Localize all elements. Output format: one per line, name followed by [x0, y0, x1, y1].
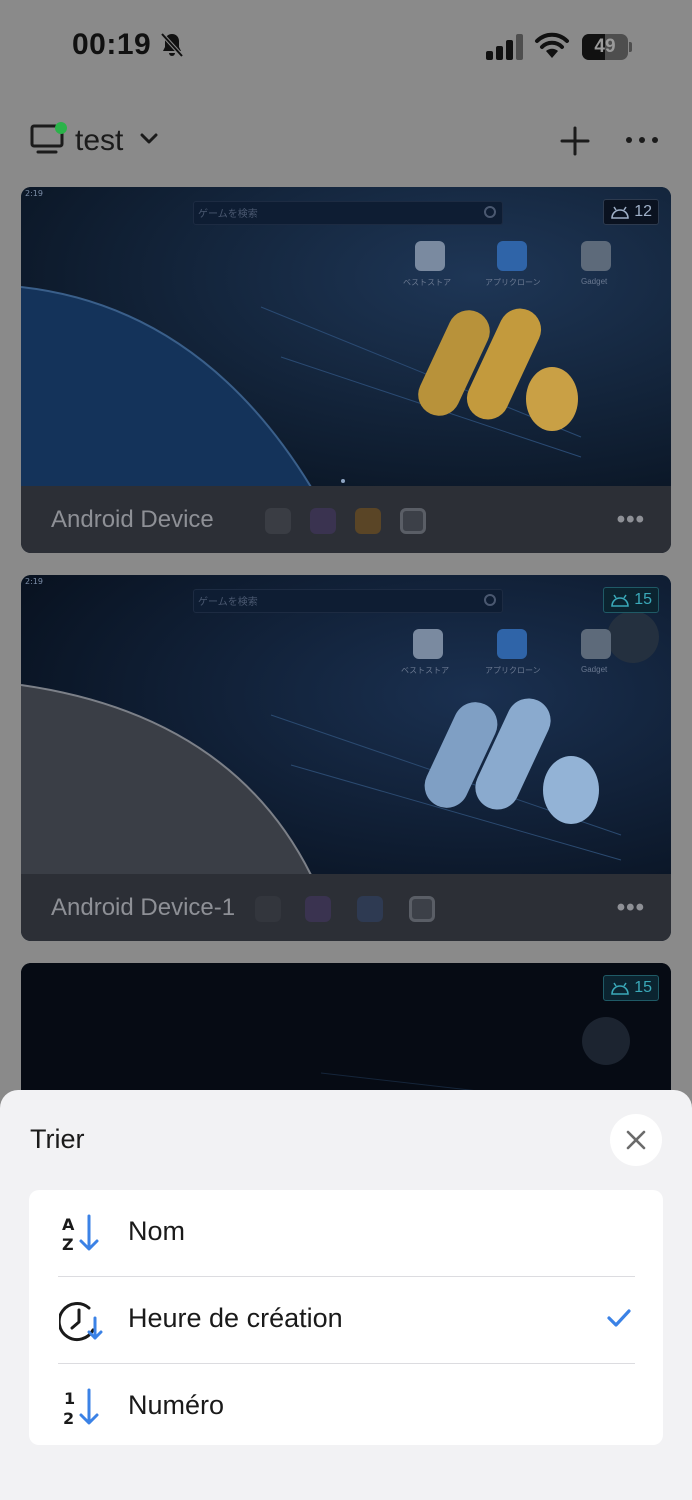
android-icon	[611, 982, 630, 995]
preview-search-bar: ゲームを検索	[193, 589, 503, 613]
device-screen-preview[interactable]: 2:19	[21, 575, 671, 875]
sort-bottom-sheet: Trier A Z Nom Heure de création 1 2 Numé…	[0, 1090, 692, 1500]
card-footer: Android Device •••	[21, 486, 671, 553]
checkmark-icon	[607, 1309, 631, 1327]
sort-option-label: Heure de création	[128, 1303, 343, 1333]
sort-alpha-icon: A Z	[62, 1214, 99, 1253]
wifi-icon	[535, 32, 569, 58]
sort-time-icon	[59, 1302, 103, 1341]
camera-app-icon[interactable]	[409, 896, 435, 922]
preview-app-label: Gadget	[581, 665, 608, 674]
settings-app-icon[interactable]	[265, 508, 291, 534]
sheet-title: Trier	[30, 1124, 85, 1154]
preview-search-bar: ゲームを検索	[193, 201, 503, 225]
search-icon	[484, 206, 496, 218]
app-icon[interactable]	[305, 896, 331, 922]
svg-text:2: 2	[63, 1409, 74, 1427]
svg-text:Z: Z	[62, 1235, 74, 1253]
svg-text:1: 1	[64, 1389, 75, 1408]
camera-app-icon[interactable]	[400, 508, 426, 534]
preview-app-label: アプリクローン	[485, 666, 541, 675]
app-icon[interactable]	[310, 508, 336, 534]
android-icon	[611, 206, 630, 219]
add-device-button[interactable]	[556, 122, 594, 160]
cellular-signal-icon	[486, 34, 523, 60]
card-footer: Android Device-1 •••	[21, 874, 671, 941]
group-title[interactable]: test	[75, 124, 123, 158]
app-store-icon	[415, 241, 445, 271]
device-name: Android Device-1	[51, 894, 236, 921]
android-version: 15	[634, 591, 652, 608]
device-more-button[interactable]: •••	[617, 506, 645, 534]
preview-app-label: Gadget	[581, 277, 608, 286]
android-version: 15	[634, 979, 652, 996]
preview-search-text: ゲームを検索	[198, 597, 258, 608]
android-icon	[611, 594, 630, 607]
device-more-button[interactable]: •••	[617, 894, 645, 922]
close-icon	[626, 1130, 646, 1150]
gadget-icon	[581, 629, 611, 659]
battery-icon: 49	[582, 34, 632, 60]
chevron-down-icon[interactable]	[140, 132, 158, 146]
status-time: 00:19	[72, 28, 152, 61]
svg-text:A: A	[62, 1215, 75, 1234]
preview-app-label: アプリクローン	[485, 278, 541, 287]
svg-text:2:19: 2:19	[25, 577, 43, 586]
sort-option-creation-time[interactable]: Heure de création	[29, 1277, 663, 1363]
status-bar: 00:19 49	[0, 0, 692, 95]
android-version-badge: 15	[603, 975, 659, 1001]
sort-option-number[interactable]: 1 2 Numéro	[29, 1364, 663, 1450]
more-options-button[interactable]	[624, 130, 660, 150]
device-card[interactable]: 2:19 ゲームを検索 ベストストア アプリクローン Gadget 15 And…	[21, 575, 671, 941]
svg-text:2:19: 2:19	[25, 189, 43, 198]
sort-option-label: Nom	[128, 1216, 186, 1246]
files-app-icon[interactable]	[357, 896, 383, 922]
sort-options-list: A Z Nom Heure de création 1 2 Numéro	[29, 1190, 663, 1445]
close-button[interactable]	[610, 1114, 662, 1166]
android-version-badge: 15	[603, 587, 659, 613]
device-name: Android Device	[51, 506, 214, 533]
preview-search-text: ゲームを検索	[198, 209, 258, 220]
sort-option-name[interactable]: A Z Nom	[29, 1190, 663, 1276]
device-card[interactable]: 2:19 ゲームを検索 ベストストア アプリクローン Gadget 12 And…	[21, 187, 671, 553]
app-store-icon	[413, 629, 443, 659]
preview-app-label: ベストストア	[401, 666, 450, 675]
sort-numeric-icon: 1 2	[63, 1388, 99, 1427]
gadget-icon	[581, 241, 611, 271]
files-app-icon[interactable]	[355, 508, 381, 534]
battery-percent: 49	[594, 36, 616, 57]
app-clone-icon	[497, 629, 527, 659]
android-version-badge: 12	[603, 199, 659, 225]
settings-app-icon[interactable]	[255, 896, 281, 922]
search-icon	[484, 594, 496, 606]
bell-slash-icon	[160, 32, 184, 58]
device-screen-preview[interactable]: 2:19	[21, 187, 671, 487]
app-clone-icon	[497, 241, 527, 271]
sort-option-label: Numéro	[128, 1390, 225, 1420]
online-status-dot	[55, 122, 67, 134]
app-header: test	[0, 110, 692, 170]
android-version: 12	[634, 203, 652, 220]
preview-app-label: ベストストア	[403, 278, 452, 287]
